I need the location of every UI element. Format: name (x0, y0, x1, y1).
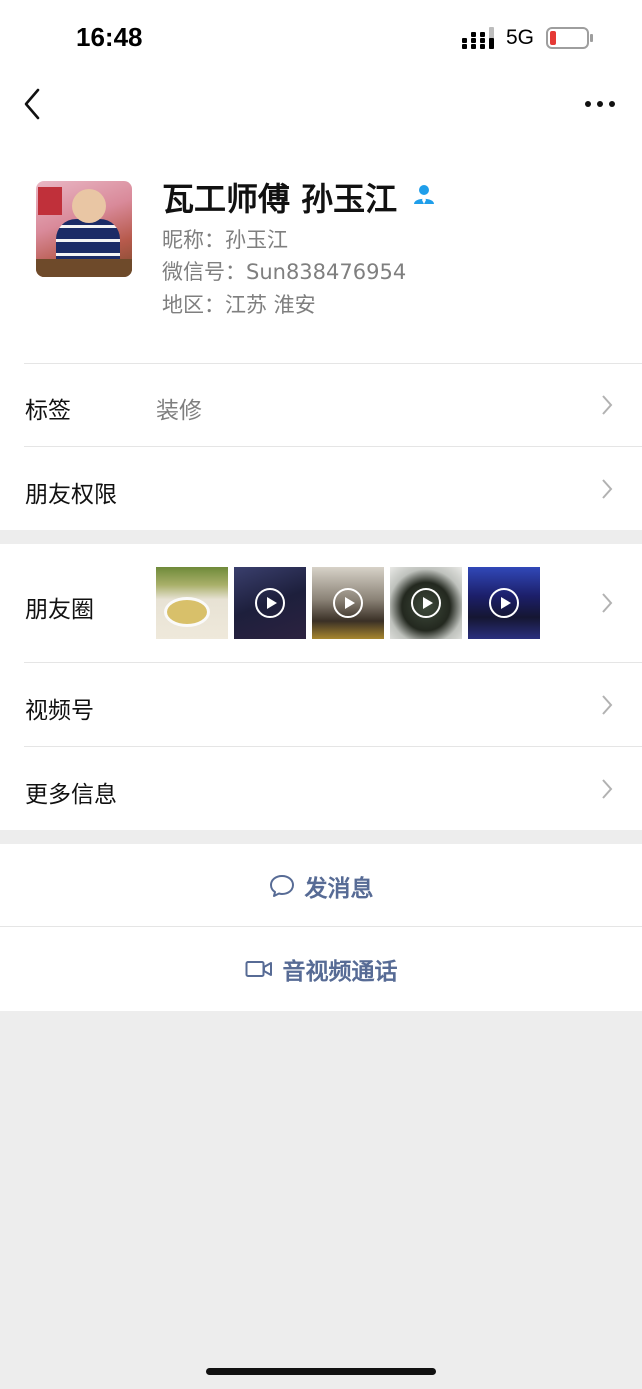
moments-thumbnail-video[interactable] (234, 567, 306, 639)
moments-row-label[interactable]: 朋友圈 (25, 590, 94, 624)
signal-icon (462, 27, 494, 49)
more-info-row-label[interactable]: 更多信息 (25, 775, 117, 809)
send-message-button[interactable]: 发消息 (0, 844, 642, 928)
video-camera-icon (245, 961, 272, 977)
video-call-button[interactable]: 音视频通话 (0, 927, 642, 1011)
avatar-background (38, 187, 62, 215)
chat-bubble-icon (269, 875, 294, 897)
wechat-id-line: 微信号：Sun838476954 (162, 260, 407, 284)
status-time: 16:48 (76, 22, 143, 52)
avatar-desk (36, 259, 132, 277)
contact-person-icon (414, 185, 434, 204)
network-type: 5G (506, 26, 535, 49)
chevron-right-icon[interactable] (600, 591, 614, 615)
avatar-face (72, 189, 106, 223)
play-icon (489, 588, 519, 618)
tags-row-value[interactable]: 装修 (156, 391, 202, 425)
divider (24, 446, 642, 447)
home-indicator[interactable] (206, 1368, 436, 1375)
section-gap (0, 830, 642, 844)
tags-row-label[interactable]: 标签 (25, 391, 71, 425)
divider (24, 662, 642, 663)
contact-display-name: 瓦工师傅 孙玉江 (162, 180, 398, 218)
ellipsis-icon[interactable] (580, 92, 620, 116)
chevron-right-icon[interactable] (600, 777, 614, 801)
battery-icon (546, 27, 593, 49)
moments-thumbnail-video[interactable] (468, 567, 540, 639)
section-gap (0, 530, 642, 544)
chevron-right-icon[interactable] (600, 477, 614, 501)
divider (24, 746, 642, 747)
moments-thumbnail-photo[interactable] (156, 567, 228, 639)
chevron-right-icon[interactable] (600, 393, 614, 417)
region-line: 地区：江苏 淮安 (162, 293, 316, 317)
bowl-shape (164, 597, 210, 627)
moments-thumbnail-video[interactable] (390, 567, 462, 639)
play-icon (255, 588, 285, 618)
chevron-left-icon[interactable] (18, 86, 50, 122)
play-icon (411, 588, 441, 618)
avatar[interactable] (36, 181, 132, 277)
send-message-label: 发消息 (304, 876, 374, 902)
channels-row-label[interactable]: 视频号 (25, 691, 94, 725)
video-call-label: 音视频通话 (282, 959, 398, 985)
friend-permissions-row-label[interactable]: 朋友权限 (25, 475, 117, 509)
nickname-line: 昵称：孙玉江 (162, 228, 288, 252)
chevron-right-icon[interactable] (600, 693, 614, 717)
moments-thumbnail-video[interactable] (312, 567, 384, 639)
play-icon (333, 588, 363, 618)
divider (24, 363, 642, 364)
